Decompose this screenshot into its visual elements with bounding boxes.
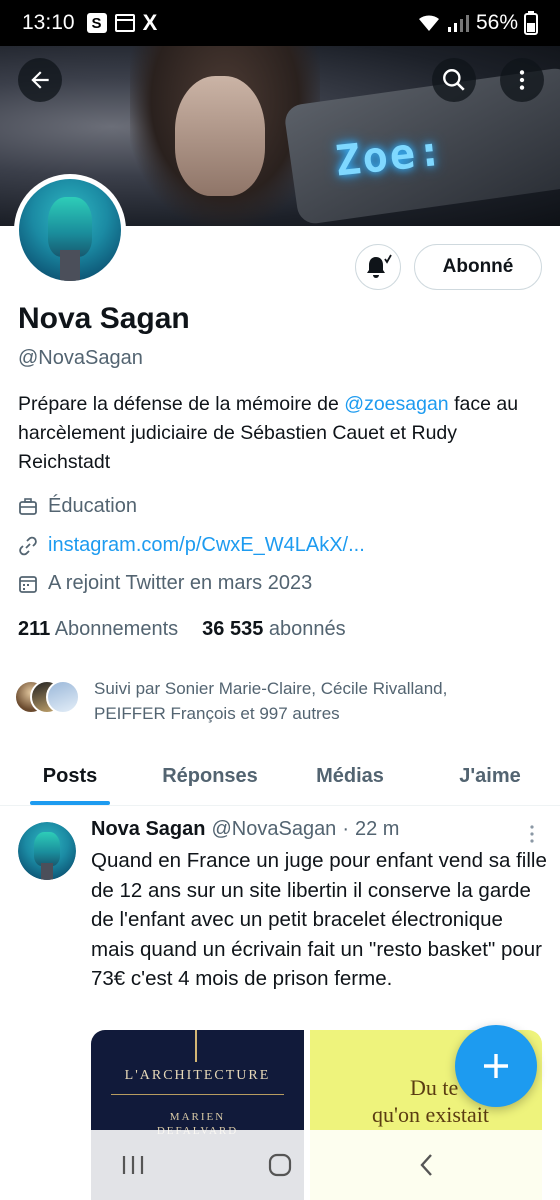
followers-count: 36 535 — [202, 618, 264, 640]
tab-posts[interactable]: Posts — [0, 748, 140, 805]
arrow-left-icon — [31, 71, 49, 89]
media-book-title: L'ARCHITECTURE — [124, 1068, 271, 1083]
calendar-app-icon — [114, 14, 135, 32]
followed-by-line-1: Suivi par Sonier Marie-Claire, Cécile Ri… — [94, 679, 448, 698]
followed-by[interactable]: Suivi par Sonier Marie-Claire, Cécile Ri… — [14, 676, 447, 726]
profile-name: Nova Sagan — [18, 302, 190, 335]
system-navigation-bar — [0, 1130, 560, 1200]
s-app-icon: S — [86, 13, 107, 33]
wifi-icon — [418, 15, 439, 31]
tab-media[interactable]: Médias — [280, 748, 420, 805]
briefcase-icon — [19, 497, 37, 515]
profile-handle: @NovaSagan — [18, 347, 143, 369]
media-text-line-2: qu'on existait — [372, 1102, 490, 1127]
recent-apps-icon — [123, 1156, 144, 1174]
battery-percent: 56% — [475, 11, 518, 34]
tab-replies[interactable]: Réponses — [140, 748, 280, 805]
profile-tabs: Posts Réponses Médias J'aime — [0, 748, 560, 806]
followed-by-line-2: PEIFFER François et 997 autres — [94, 704, 340, 723]
tweet-author-name[interactable]: Nova Sagan — [91, 818, 205, 841]
tweet-author-handle[interactable]: @NovaSagan — [211, 818, 336, 841]
more-button[interactable] — [500, 58, 544, 102]
follow-counts: 211 Abonnements 36 535 abonnés — [18, 618, 346, 641]
followed-by-avatars — [14, 676, 84, 716]
home-icon — [268, 1153, 292, 1177]
followed-by-text: Suivi par Sonier Marie-Claire, Cécile Ri… — [94, 676, 447, 726]
following-label: Abonnements — [54, 618, 179, 640]
profile-category: Éducation — [18, 495, 137, 518]
following-count: 211 — [18, 618, 51, 640]
status-bar: 13:10 S X 56% — [0, 0, 560, 46]
more-vertical-icon — [530, 825, 534, 843]
tweet-text: Quand en France un juge pour enfant vend… — [91, 849, 547, 990]
tweet-avatar[interactable] — [18, 822, 76, 880]
avatar-image — [18, 822, 76, 880]
following-button[interactable]: Abonné — [414, 244, 542, 290]
media-divider — [111, 1094, 284, 1095]
compose-button[interactable] — [455, 1025, 537, 1107]
back-button[interactable] — [18, 58, 62, 102]
profile-avatar[interactable] — [14, 174, 126, 286]
calendar-icon — [19, 575, 37, 593]
more-vertical-icon — [519, 70, 525, 90]
avatar — [46, 680, 80, 714]
home-button[interactable] — [250, 1140, 310, 1190]
media-author-line-1: MARIEN — [169, 1111, 226, 1123]
x-app-icon: X — [142, 10, 158, 35]
profile-joined: A rejoint Twitter en mars 2023 — [18, 572, 312, 595]
signal-icon — [447, 15, 469, 32]
media-text-line-1: Du te — [410, 1075, 459, 1100]
tweet-separator: · — [342, 818, 349, 840]
tweet-time[interactable]: 22 m — [355, 818, 399, 841]
tweet-header: Nova Sagan @NovaSagan · 22 m — [91, 818, 399, 841]
category-label: Éducation — [48, 495, 137, 517]
notifications-button[interactable] — [355, 244, 401, 290]
profile-link-row: instagram.com/p/CwxE_W4LAkX/... — [18, 534, 365, 557]
profile-website-link[interactable]: instagram.com/p/CwxE_W4LAkX/... — [48, 534, 365, 557]
avatar-image — [19, 179, 121, 281]
banner-face — [175, 76, 265, 196]
search-button[interactable] — [432, 58, 476, 102]
followers-count-link[interactable]: 36 535 abonnés — [202, 618, 345, 641]
battery-icon — [524, 11, 538, 35]
media-ornament — [195, 1030, 197, 1062]
joined-label: A rejoint Twitter en mars 2023 — [48, 572, 313, 594]
bio-text-1: Prépare la défense de la mémoire de — [18, 393, 345, 415]
tab-likes[interactable]: J'aime — [420, 748, 560, 805]
following-count-link[interactable]: 211 Abonnements — [18, 618, 178, 641]
link-icon — [19, 536, 37, 555]
followers-label: abonnés — [268, 618, 346, 640]
profile-bio: Prépare la défense de la mémoire de @zoe… — [18, 390, 548, 477]
search-icon — [443, 69, 465, 91]
status-time: 13:10 — [22, 11, 75, 34]
plus-icon — [484, 1054, 508, 1078]
tweet-more-button[interactable] — [520, 822, 544, 846]
back-nav-button[interactable] — [397, 1140, 457, 1190]
recent-apps-button[interactable] — [103, 1140, 163, 1190]
bell-icon — [367, 254, 392, 278]
bio-mention-link[interactable]: @zoesagan — [344, 393, 448, 415]
chevron-left-icon — [420, 1154, 432, 1176]
